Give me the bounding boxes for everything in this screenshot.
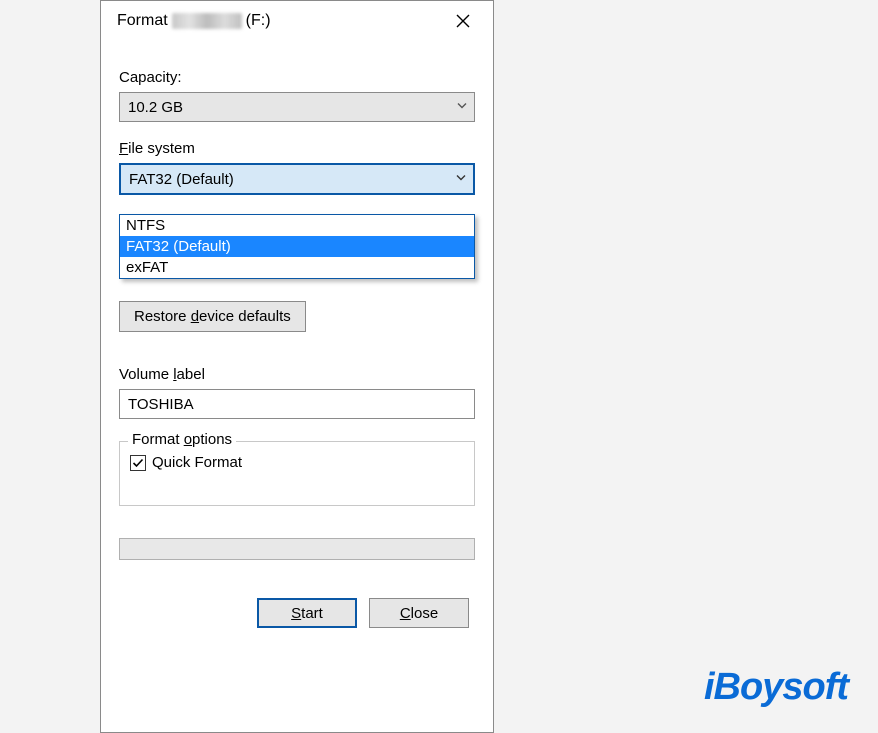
chevron-down-icon	[455, 171, 467, 188]
dropdown-option-exfat[interactable]: exFAT	[120, 257, 474, 278]
quick-format-checkbox[interactable]	[130, 455, 146, 471]
titlebar: Format (F:)	[101, 1, 493, 41]
restore-defaults-button[interactable]: Restore device defaults	[119, 301, 306, 332]
window-title: Format (F:)	[117, 12, 443, 30]
close-button-action[interactable]: Close	[369, 598, 469, 628]
capacity-label: Capacity:	[119, 69, 475, 86]
watermark-logo: iBoysoft	[704, 666, 848, 709]
format-options-legend: Format options	[128, 431, 236, 448]
volume-label: Volume label	[119, 366, 475, 383]
volume-label-input[interactable]	[119, 389, 475, 419]
format-dialog: Format (F:) Capacity: 10.2 GB File syste…	[100, 0, 494, 733]
filesystem-dropdown[interactable]: NTFS FAT32 (Default) exFAT	[119, 214, 475, 279]
dropdown-option-fat32[interactable]: FAT32 (Default)	[120, 236, 474, 257]
chevron-down-icon	[456, 99, 468, 116]
capacity-value: 10.2 GB	[128, 99, 183, 116]
start-button[interactable]: Start	[257, 598, 357, 628]
filesystem-select[interactable]: FAT32 (Default)	[119, 163, 475, 195]
filesystem-value: FAT32 (Default)	[129, 171, 234, 188]
capacity-select[interactable]: 10.2 GB	[119, 92, 475, 122]
title-redacted	[172, 13, 242, 29]
action-row: Start Close	[119, 598, 475, 628]
close-button[interactable]	[443, 5, 483, 37]
format-options-group: Format options Quick Format	[119, 441, 475, 506]
title-suffix: (F:)	[246, 12, 271, 30]
dialog-body: Capacity: 10.2 GB File system FAT32 (Def…	[101, 41, 493, 640]
filesystem-label: File system	[119, 140, 475, 157]
check-icon	[132, 457, 144, 469]
dropdown-option-ntfs[interactable]: NTFS	[120, 215, 474, 236]
quick-format-label: Quick Format	[152, 454, 242, 471]
close-icon	[456, 14, 470, 28]
quick-format-row: Quick Format	[130, 454, 464, 471]
title-prefix: Format	[117, 12, 168, 30]
progress-bar	[119, 538, 475, 560]
